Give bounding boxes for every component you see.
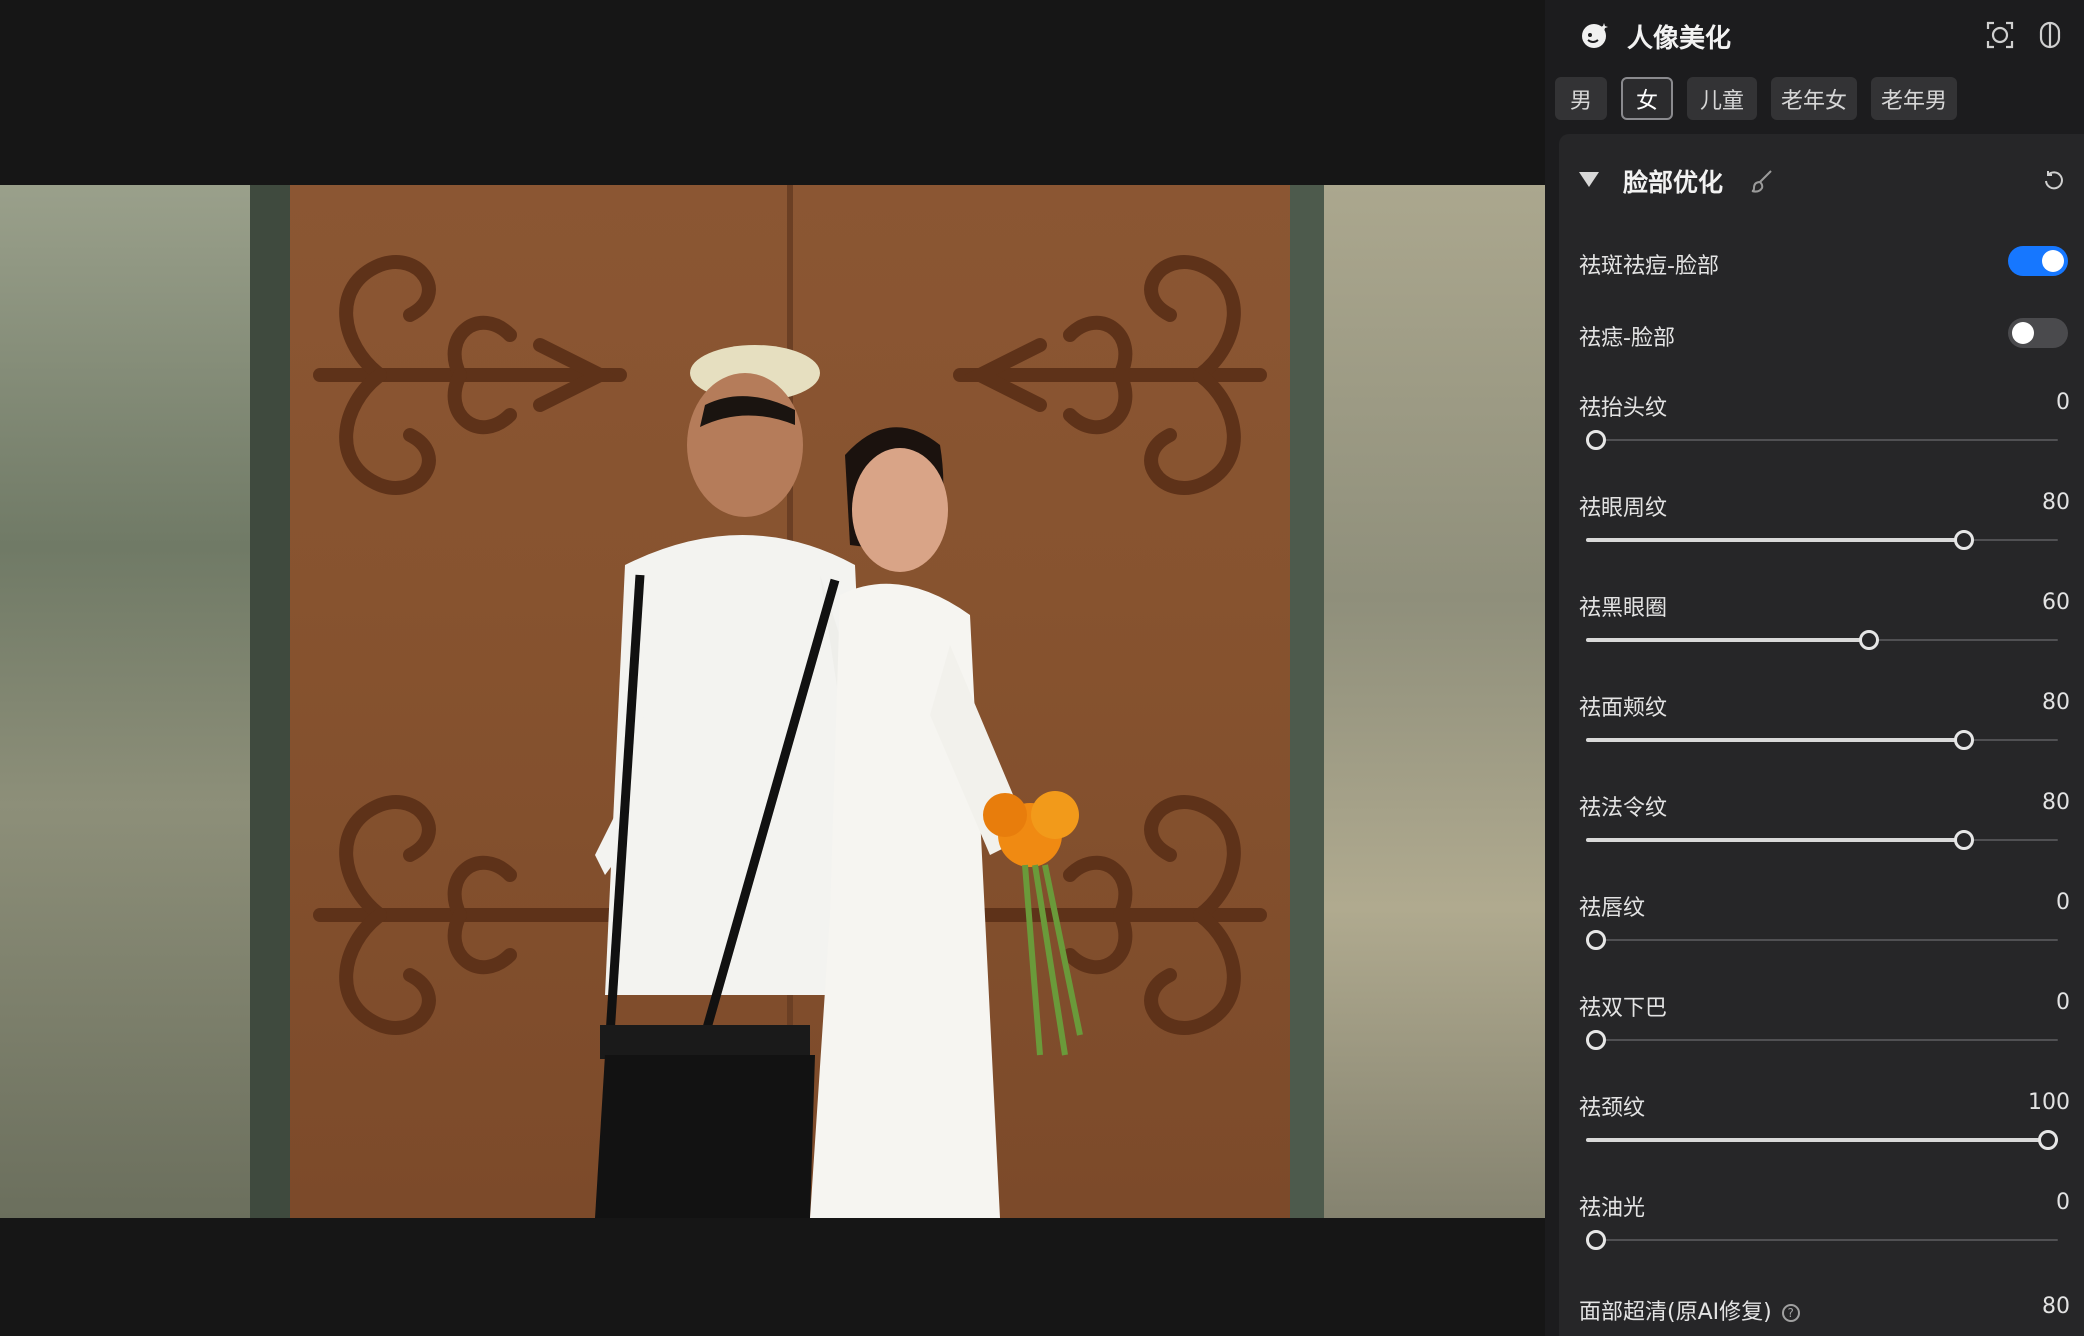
slider-value: 0 — [2056, 990, 2070, 1015]
portrait-beauty-panel: 人像美化 男 女 儿童 老年女 老年男 脸部优化 祛斑祛痘-脸部 祛痣-脸部 祛… — [1545, 0, 2084, 1336]
stone-pillar-right — [1290, 185, 1545, 1218]
slider-label-text: 面部超清(原AI修复) — [1579, 1300, 1772, 1325]
woman-figure — [810, 427, 1083, 1218]
spot-acne-face-toggle[interactable] — [2008, 246, 2068, 276]
slider-label: 祛抬头纹 — [1579, 396, 1668, 421]
slider-fill — [1586, 1138, 2058, 1142]
slider-label: 祛油光 — [1579, 1196, 1646, 1221]
chip-elderly-male[interactable]: 老年男 — [1871, 77, 1957, 120]
slider-thumb[interactable] — [1859, 630, 1880, 650]
slider-value: 80 — [2042, 1294, 2070, 1319]
face-optimization-section: 脸部优化 祛斑祛痘-脸部 祛痣-脸部 祛抬头纹 0 祛眼周纹 80 祛黑眼圈 6… — [1559, 134, 2084, 1336]
compare-split-icon[interactable] — [2035, 20, 2065, 50]
slider-label: 祛双下巴 — [1579, 996, 1668, 1021]
slider-label: 祛眼周纹 — [1579, 496, 1668, 521]
slider-value: 60 — [2042, 590, 2070, 615]
slider-thumb[interactable] — [1953, 530, 1974, 550]
section-header[interactable]: 脸部优化 — [1559, 134, 2084, 226]
panel-header: 人像美化 — [1545, 0, 2084, 72]
slider-row: 祛黑眼圈 60 — [1559, 582, 2084, 662]
slider-row: 祛颈纹 100 — [1559, 1082, 2084, 1162]
slider-track[interactable] — [1586, 1239, 2058, 1241]
slider-row: 祛唇纹 0 — [1559, 882, 2084, 962]
portrait-photo[interactable] — [0, 185, 1545, 1218]
slider-value: 80 — [2042, 490, 2070, 515]
slider-value: 0 — [2056, 890, 2070, 915]
slider-label: 祛面颊纹 — [1579, 696, 1668, 721]
slider-row: 祛抬头纹 0 — [1559, 382, 2084, 462]
slider-control[interactable] — [1586, 428, 2058, 452]
slider-fill — [1586, 538, 1964, 542]
slider-control[interactable] — [1586, 1128, 2058, 1152]
panel-title: 人像美化 — [1627, 24, 1732, 54]
brush-icon[interactable] — [1749, 168, 1775, 194]
flower-bouquet — [983, 791, 1083, 1056]
slider-control[interactable] — [1586, 628, 2058, 652]
slider-value: 80 — [2042, 690, 2070, 715]
slider-control[interactable] — [1586, 728, 2058, 752]
app-window: 人像美化 男 女 儿童 老年女 老年男 脸部优化 祛斑祛痘-脸部 祛痣-脸部 祛… — [0, 0, 2084, 1336]
slider-row: 祛面颊纹 80 — [1559, 682, 2084, 762]
slider-thumb[interactable] — [1953, 830, 1974, 850]
toggle-row: 祛痣-脸部 — [1559, 306, 2084, 366]
section-title: 脸部优化 — [1623, 168, 1724, 197]
slider-label: 祛黑眼圈 — [1579, 596, 1668, 621]
slider-track[interactable] — [1586, 939, 2058, 941]
reset-icon[interactable] — [2042, 168, 2066, 192]
slider-control[interactable] — [1586, 1028, 2058, 1052]
face-super-resolution-row: 面部超清(原AI修复)? 80 — [1559, 1284, 2084, 1334]
slider-control[interactable] — [1586, 828, 2058, 852]
chip-elderly-female[interactable]: 老年女 — [1771, 77, 1857, 120]
chip-child[interactable]: 儿童 — [1687, 77, 1757, 120]
slider-fill — [1586, 738, 1964, 742]
mole-face-toggle[interactable] — [2008, 318, 2068, 348]
slider-thumb[interactable] — [1953, 730, 1974, 750]
slider-row: 祛油光 0 — [1559, 1182, 2084, 1262]
slider-thumb[interactable] — [1586, 430, 1606, 450]
toggle-label: 祛痣-脸部 — [1579, 326, 1675, 351]
collapse-caret-icon[interactable] — [1579, 172, 1599, 187]
slider-thumb[interactable] — [2038, 1130, 2058, 1150]
slider-track[interactable] — [1586, 1039, 2058, 1041]
slider-track[interactable] — [1586, 439, 2058, 441]
slider-value: 0 — [2056, 390, 2070, 415]
slider-value: 100 — [2028, 1090, 2070, 1115]
slider-fill — [1586, 838, 1964, 842]
chip-female[interactable]: 女 — [1621, 77, 1673, 120]
slider-label: 祛唇纹 — [1579, 896, 1646, 921]
chip-male[interactable]: 男 — [1555, 77, 1607, 120]
slider-label: 祛法令纹 — [1579, 796, 1668, 821]
slider-control[interactable] — [1586, 928, 2058, 952]
slider-fill — [1586, 638, 1870, 642]
image-canvas[interactable] — [0, 0, 1545, 1336]
toggle-knob — [2042, 250, 2064, 272]
slider-value: 80 — [2042, 790, 2070, 815]
toggle-knob — [2012, 322, 2034, 344]
slider-row: 祛双下巴 0 — [1559, 982, 2084, 1062]
slider-label: 面部超清(原AI修复)? — [1579, 1294, 1800, 1326]
face-detect-icon[interactable] — [1985, 20, 2015, 50]
preset-chip-group: 男 女 儿童 老年女 老年男 — [1555, 77, 2084, 121]
portrait-beauty-icon — [1582, 23, 1608, 48]
toggle-row: 祛斑祛痘-脸部 — [1559, 234, 2084, 294]
slider-row: 祛眼周纹 80 — [1559, 482, 2084, 562]
slider-control[interactable] — [1586, 528, 2058, 552]
toggle-label: 祛斑祛痘-脸部 — [1579, 254, 1719, 279]
stone-pillar-left — [0, 185, 290, 1218]
slider-thumb[interactable] — [1586, 930, 1606, 950]
help-icon[interactable]: ? — [1781, 1304, 1800, 1322]
slider-thumb[interactable] — [1586, 1030, 1606, 1050]
slider-value: 0 — [2056, 1190, 2070, 1215]
slider-thumb[interactable] — [1586, 1230, 1606, 1250]
slider-label: 祛颈纹 — [1579, 1096, 1646, 1121]
slider-row: 祛法令纹 80 — [1559, 782, 2084, 862]
slider-control[interactable] — [1586, 1228, 2058, 1252]
